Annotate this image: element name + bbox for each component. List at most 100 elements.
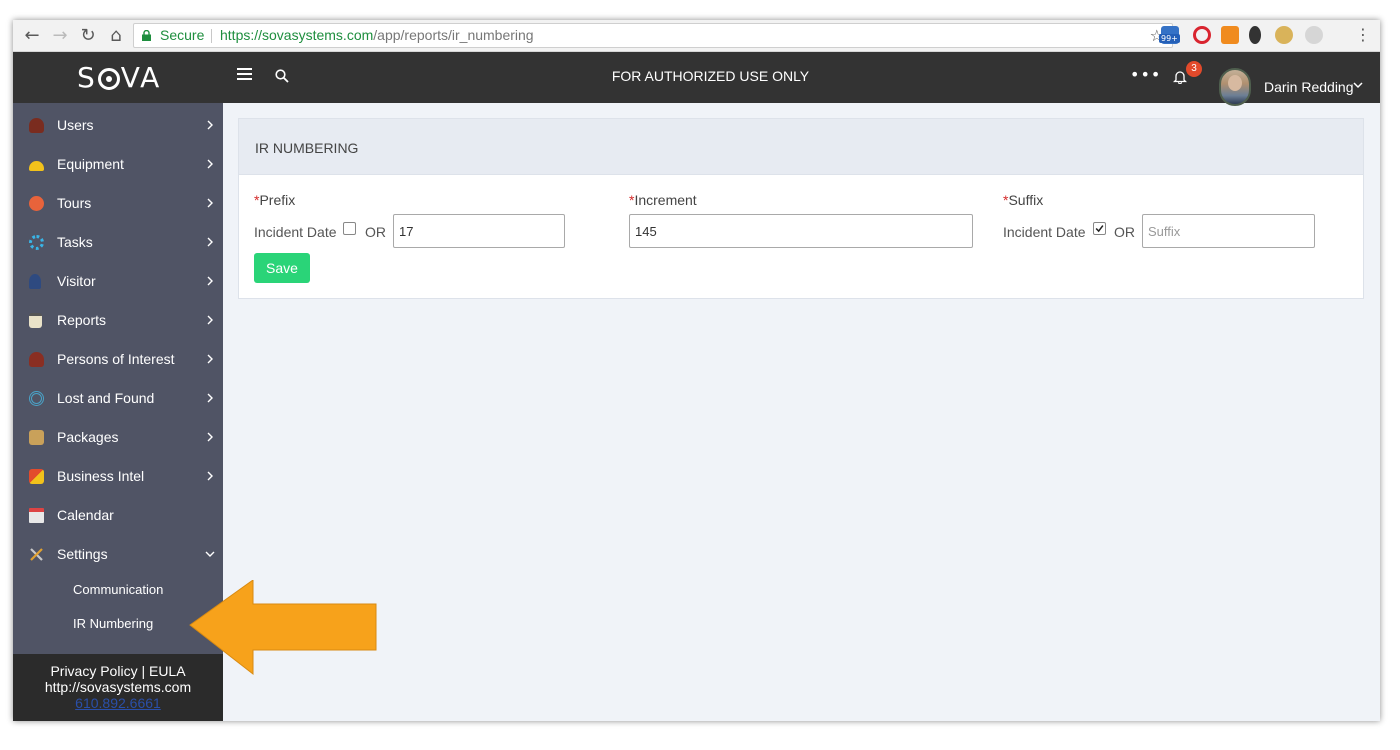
- panel-header: IR NUMBERING: [239, 119, 1363, 175]
- sidebar-item-label: Equipment: [57, 156, 124, 172]
- chevron-right-icon: [207, 237, 213, 247]
- notification-count-badge: 3: [1186, 61, 1202, 77]
- prefix-input[interactable]: [393, 214, 565, 248]
- sidebar-item-label: Visitor: [57, 273, 96, 289]
- logo-eye-icon: [97, 68, 120, 90]
- suffix-incident-date-checkbox[interactable]: [1093, 222, 1106, 235]
- suffix-input[interactable]: [1142, 214, 1315, 248]
- sidebar-item-label: Business Intel: [57, 468, 145, 484]
- extension-flame-icon[interactable]: [1249, 26, 1261, 44]
- suffix-label-text: Suffix: [1008, 192, 1044, 208]
- search-icon[interactable]: [275, 69, 289, 83]
- lock-icon: [142, 30, 151, 41]
- prefix-label: *Prefix: [254, 192, 295, 208]
- back-arrow-icon[interactable]: ←: [21, 25, 43, 47]
- sidebar-item-label: Settings: [57, 546, 108, 562]
- sidebar-item-calendar[interactable]: Calendar: [13, 496, 223, 535]
- forward-arrow-icon[interactable]: →: [49, 25, 71, 47]
- user-avatar[interactable]: [1219, 68, 1251, 106]
- chevron-right-icon: [207, 198, 213, 208]
- prefix-incident-date-label: Incident Date: [254, 224, 337, 240]
- chevron-right-icon: [207, 393, 213, 403]
- prefix-incident-date-checkbox[interactable]: [343, 222, 356, 235]
- chevron-right-icon: [207, 120, 213, 130]
- chevron-right-icon: [207, 471, 213, 481]
- prefix-or-label: OR: [365, 224, 386, 240]
- increment-label: *Increment: [629, 192, 697, 208]
- cube-icon: [29, 469, 44, 484]
- reload-icon[interactable]: ↻: [77, 25, 99, 47]
- panel-title: IR NUMBERING: [255, 140, 359, 156]
- ir-numbering-panel: IR NUMBERING *Prefix Incident Date OR *I…: [238, 118, 1364, 299]
- target-icon: [29, 391, 44, 406]
- suffix-or-label: OR: [1114, 224, 1135, 240]
- person-icon: [29, 352, 44, 367]
- app-header: S VA FOR AUTHORIZED USE ONLY ••• 3 Darin …: [13, 52, 1380, 106]
- chevron-right-icon: [207, 354, 213, 364]
- sidebar-subitem-communication[interactable]: Communication: [73, 582, 163, 597]
- sidebar-item-tours[interactable]: Tours: [13, 184, 223, 223]
- sidebar-item-users[interactable]: Users: [13, 106, 223, 145]
- extension-badge: 99+: [1159, 34, 1180, 43]
- suffix-incident-date-label: Incident Date: [1003, 224, 1086, 240]
- save-button[interactable]: Save: [254, 253, 310, 283]
- hamburger-menu-icon[interactable]: [237, 68, 252, 83]
- footer-phone-link[interactable]: 610.892.6661: [13, 695, 223, 711]
- extension-shield-icon[interactable]: [1305, 26, 1323, 44]
- sidebar-item-equipment[interactable]: Equipment: [13, 145, 223, 184]
- url-text[interactable]: https://sovasystems.com/app/reports/ir_n…: [220, 24, 534, 47]
- url-path: /app/reports/ir_numbering: [373, 27, 534, 43]
- sidebar-item-packages[interactable]: Packages: [13, 418, 223, 457]
- home-icon[interactable]: ⌂: [105, 25, 127, 47]
- tasks-icon: [29, 235, 44, 250]
- increment-label-text: Increment: [634, 192, 697, 208]
- page-banner: FOR AUTHORIZED USE ONLY: [611, 68, 810, 84]
- chevron-right-icon: [207, 432, 213, 442]
- address-separator: [211, 29, 212, 43]
- extension-feed-icon[interactable]: [1221, 26, 1239, 44]
- extension-badge-icon[interactable]: [1275, 26, 1293, 44]
- chevron-down-icon: [205, 551, 215, 557]
- browser-toolbar: ← → ↻ ⌂ Secure https://sovasystems.com/a…: [13, 20, 1380, 52]
- sidebar-item-settings[interactable]: Settings: [13, 535, 223, 574]
- more-options-icon[interactable]: •••: [1130, 65, 1161, 84]
- sidebar-item-label: Packages: [57, 429, 119, 445]
- chevron-right-icon: [207, 315, 213, 325]
- secure-label: Secure: [160, 27, 205, 43]
- address-bar[interactable]: Secure https://sovasystems.com/app/repor…: [133, 23, 1173, 48]
- url-host: https://sovasystems.com: [220, 27, 374, 43]
- sidebar-item-tasks[interactable]: Tasks: [13, 223, 223, 262]
- sidebar-item-persons-of-interest[interactable]: Persons of Interest: [13, 340, 223, 379]
- sidebar-item-label: Tours: [57, 195, 92, 211]
- prefix-label-text: Prefix: [259, 192, 296, 208]
- sidebar-item-label: Calendar: [57, 507, 114, 523]
- notification-bell-icon[interactable]: [1173, 70, 1187, 84]
- user-icon: [29, 118, 44, 133]
- increment-input[interactable]: [629, 214, 973, 248]
- sidebar-item-label: Lost and Found: [57, 390, 155, 406]
- browser-menu-icon[interactable]: ⋮: [1355, 25, 1371, 44]
- sidebar-item-business-intel[interactable]: Business Intel: [13, 457, 223, 496]
- suffix-label: *Suffix: [1003, 192, 1043, 208]
- sidebar-item-label: Persons of Interest: [57, 351, 175, 367]
- sidebar-item-label: Reports: [57, 312, 107, 328]
- sidebar-item-lost-and-found[interactable]: Lost and Found: [13, 379, 223, 418]
- calendar-icon: [29, 508, 44, 523]
- sidebar-item-label: Tasks: [57, 234, 93, 250]
- visitor-icon: [29, 274, 41, 289]
- sidebar-subitem-ir-numbering[interactable]: IR Numbering: [73, 616, 153, 631]
- highlight-arrow: [189, 580, 377, 676]
- opera-icon[interactable]: [1193, 26, 1211, 44]
- tools-icon: [30, 548, 43, 561]
- browser-window: ← → ↻ ⌂ Secure https://sovasystems.com/a…: [13, 20, 1380, 721]
- sidebar-item-reports[interactable]: Reports: [13, 301, 223, 340]
- sova-logo[interactable]: S VA: [77, 61, 161, 94]
- user-name[interactable]: Darin Redding: [1264, 79, 1354, 95]
- package-icon: [29, 430, 44, 445]
- chevron-down-icon[interactable]: [1352, 79, 1364, 91]
- hard-hat-icon: [29, 161, 44, 171]
- chevron-right-icon: [207, 159, 213, 169]
- chevron-right-icon: [207, 276, 213, 286]
- sidebar-item-visitor[interactable]: Visitor: [13, 262, 223, 301]
- clipboard-icon: [29, 313, 42, 328]
